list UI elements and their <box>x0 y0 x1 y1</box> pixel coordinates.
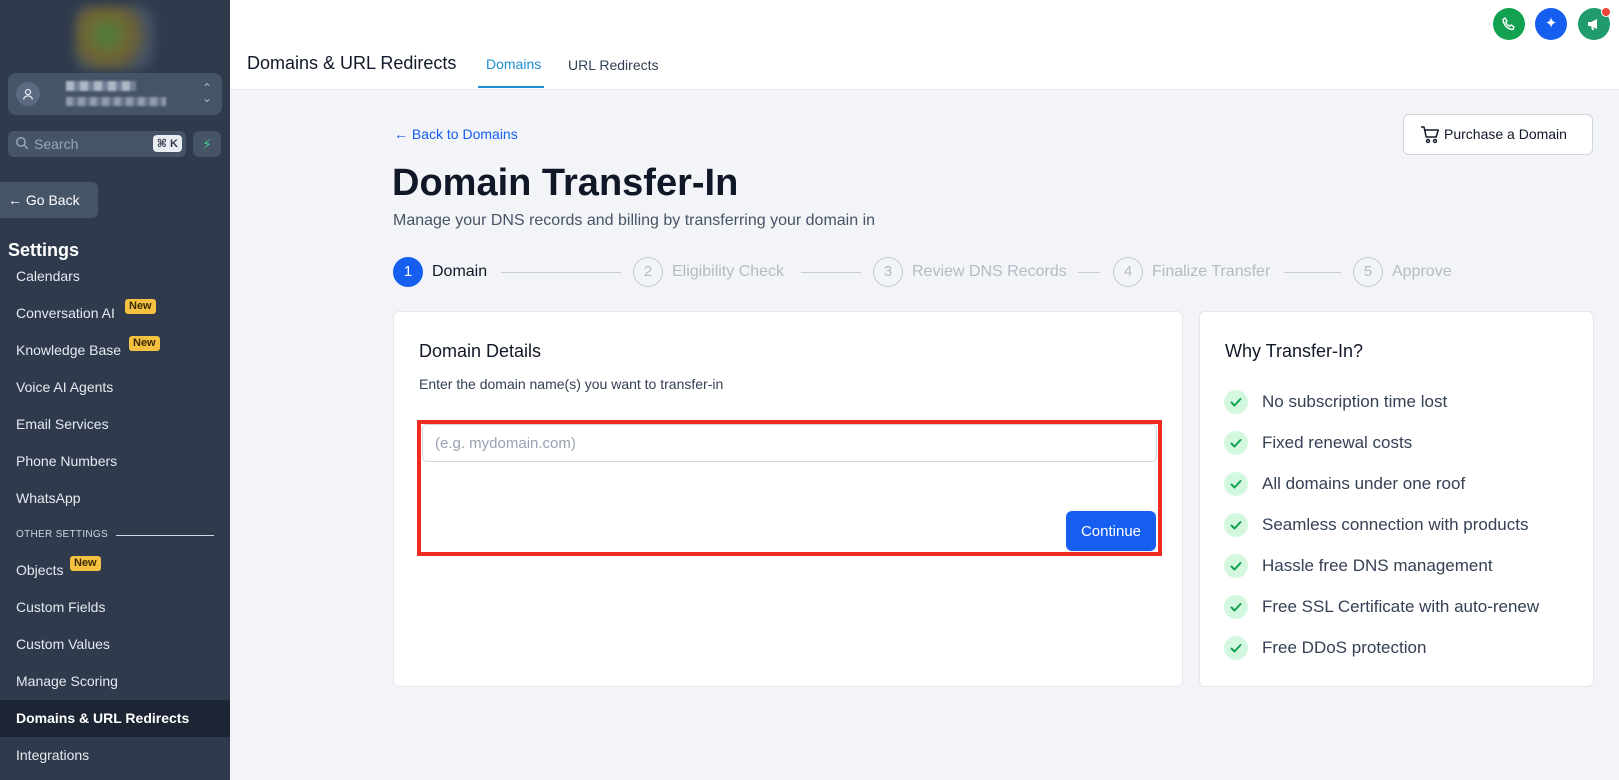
other-settings-label: OTHER SETTINGS <box>16 529 108 540</box>
benefit-text: All domains under one roof <box>1262 474 1466 493</box>
sidebar-item-label: Custom Fields <box>16 599 106 615</box>
check-icon <box>1224 431 1248 455</box>
sidebar-item-calendars[interactable]: Calendars <box>0 258 230 295</box>
search-icon <box>16 137 29 150</box>
account-location-redacted <box>66 97 166 106</box>
sidebar-item-label: Custom Values <box>16 636 110 652</box>
sidebar-item-label: Knowledge Base <box>16 342 122 358</box>
megaphone-icon[interactable] <box>1578 7 1611 40</box>
back-to-domains-link[interactable]: ← Back to Domains <box>394 126 518 142</box>
step-connector <box>801 272 861 273</box>
check-icon <box>1224 513 1248 537</box>
why-transfer-title: Why Transfer-In? <box>1225 341 1364 361</box>
back-link-label: Back to Domains <box>411 126 518 142</box>
step-connector <box>1284 272 1341 273</box>
check-icon <box>1224 390 1248 414</box>
go-back-button[interactable]: ← Go Back <box>0 182 98 218</box>
top-header: Domains & URL Redirects Domains URL Redi… <box>230 0 1619 90</box>
divider <box>116 535 214 536</box>
tab-url-redirects[interactable]: URL Redirects <box>568 57 659 73</box>
step-2-label: Eligibility Check <box>672 263 785 280</box>
step-1-circle: 1 <box>393 257 423 287</box>
sidebar-item-label: Email Services <box>16 416 109 432</box>
sidebar-item-label: Objects <box>16 562 64 578</box>
benefit-text: Fixed renewal costs <box>1262 433 1413 452</box>
sidebar-item-custom-fields[interactable]: Custom Fields <box>0 589 230 626</box>
step-2-circle: 2 <box>633 257 663 287</box>
sidebar-item-integrations[interactable]: Integrations <box>0 737 230 774</box>
benefit-text: Free DDoS protection <box>1262 638 1427 657</box>
step-4-label: Finalize Transfer <box>1152 263 1271 280</box>
page-title: Domain Transfer-In <box>392 162 739 204</box>
sidebar-item-label: WhatsApp <box>16 490 81 506</box>
sidebar: ⌃ ⌄ Search ⌘ K ⚡ ← Go Back Settings Calen… <box>0 0 230 780</box>
check-icon <box>1224 554 1248 578</box>
sidebar-item-knowledge-base[interactable]: Knowledge Base New <box>0 332 230 369</box>
sidebar-item-email-services[interactable]: Email Services <box>0 406 230 443</box>
domain-details-title: Domain Details <box>419 341 542 361</box>
step-3-circle: 3 <box>873 257 903 287</box>
step-3-label: Review DNS Records <box>912 263 1067 280</box>
search-placeholder: Search <box>34 136 79 152</box>
chevron-up-down-icon: ⌃ ⌄ <box>201 81 212 105</box>
new-badge: New <box>129 336 160 351</box>
sidebar-item-label: Domains & URL Redirects <box>16 710 190 726</box>
cart-icon <box>1421 126 1439 144</box>
go-back-label: Go Back <box>25 192 80 208</box>
step-5-label: Approve <box>1392 263 1452 280</box>
new-badge: New <box>125 299 156 314</box>
step-1-label: Domain <box>432 263 488 280</box>
page-subtitle: Manage your DNS records and billing by t… <box>393 212 876 229</box>
sidebar-item-whatsapp[interactable]: WhatsApp <box>0 480 230 517</box>
active-tab-indicator <box>478 86 544 88</box>
domain-details-description: Enter the domain name(s) you want to tra… <box>419 376 724 392</box>
check-icon <box>1224 636 1248 660</box>
highlight-box <box>417 420 1162 556</box>
user-avatar-icon <box>16 82 40 106</box>
benefit-text: Hassle free DNS management <box>1262 556 1493 575</box>
why-transfer-card <box>1199 311 1594 687</box>
sidebar-item-domains-url-redirects[interactable]: Domains & URL Redirects <box>0 700 230 737</box>
sidebar-item-label: Integrations <box>16 747 90 763</box>
sidebar-item-label: Phone Numbers <box>16 453 118 469</box>
purchase-domain-button[interactable]: Purchase a Domain <box>1403 114 1593 155</box>
company-logo <box>75 6 155 70</box>
sidebar-item-manage-scoring[interactable]: Manage Scoring <box>0 663 230 700</box>
step-4-circle: 4 <box>1113 257 1143 287</box>
sidebar-item-label: Conversation AI <box>16 305 115 321</box>
step-connector <box>501 272 621 273</box>
notification-dot <box>1601 7 1611 17</box>
sidebar-item-conversation-ai[interactable]: Conversation AI New <box>0 295 230 332</box>
phone-icon[interactable] <box>1493 8 1525 40</box>
quick-action-bolt-icon[interactable]: ⚡ <box>193 131 221 157</box>
account-name-redacted <box>66 81 136 91</box>
step-5-circle: 5 <box>1353 257 1383 287</box>
sidebar-item-custom-values[interactable]: Custom Values <box>0 626 230 663</box>
sparkle-icon[interactable]: ✦ <box>1535 8 1567 40</box>
sidebar-item-voice-ai-agents[interactable]: Voice AI Agents <box>0 369 230 406</box>
step-connector <box>1078 272 1100 273</box>
arrow-left-icon: ← <box>394 126 408 142</box>
benefit-text: Seamless connection with products <box>1262 515 1529 534</box>
sidebar-item-label: Calendars <box>16 268 80 284</box>
benefit-text: No subscription time lost <box>1262 392 1448 411</box>
search-box[interactable]: Search ⌘ K <box>8 131 186 157</box>
page-section-title: Domains & URL Redirects <box>247 53 457 73</box>
arrow-left-icon: ← <box>8 192 22 208</box>
search-shortcut: ⌘ K <box>152 135 182 152</box>
sidebar-item-label: Manage Scoring <box>16 673 118 689</box>
tab-domains[interactable]: Domains <box>486 56 541 72</box>
sidebar-item-label: Voice AI Agents <box>16 379 114 395</box>
check-icon <box>1224 472 1248 496</box>
purchase-button-label: Purchase a Domain <box>1444 126 1567 142</box>
account-switcher[interactable]: ⌃ ⌄ <box>8 73 222 115</box>
sidebar-item-objects[interactable]: Objects New <box>0 552 230 589</box>
sidebar-item-phone-numbers[interactable]: Phone Numbers <box>0 443 230 480</box>
benefit-text: Free SSL Certificate with auto-renew <box>1262 597 1540 616</box>
check-icon <box>1224 595 1248 619</box>
new-badge: New <box>70 556 101 571</box>
